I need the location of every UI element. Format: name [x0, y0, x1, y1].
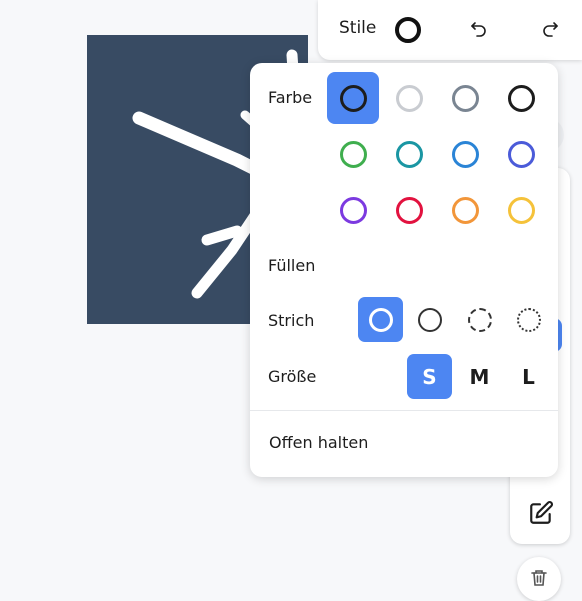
color-swatch-black[interactable]	[327, 72, 379, 124]
color-ring-icon	[451, 140, 479, 168]
redo-icon[interactable]	[540, 19, 560, 39]
color-swatch-gray[interactable]	[439, 72, 491, 124]
color-label: Farbe	[268, 88, 313, 107]
color-ring-icon	[451, 84, 479, 112]
color-swatch-teal[interactable]	[383, 128, 435, 180]
stroke-dashed-icon	[467, 307, 492, 332]
color-swatch-orange[interactable]	[439, 184, 491, 236]
edit-icon	[530, 501, 553, 524]
divider	[250, 410, 558, 411]
stroke-dashed-option[interactable]	[457, 297, 502, 342]
undo-icon[interactable]	[469, 19, 489, 39]
stroke-draw-option[interactable]	[358, 297, 403, 342]
color-swatch-indigo[interactable]	[495, 128, 547, 180]
color-ring-icon	[395, 84, 423, 112]
color-ring-icon	[451, 196, 479, 224]
stroke-solid-icon	[417, 307, 442, 332]
color-ring-icon	[395, 140, 423, 168]
color-swatch-red[interactable]	[383, 184, 435, 236]
fill-label: Füllen	[268, 256, 316, 275]
color-ring-icon	[339, 196, 367, 224]
style-label: Stile	[339, 18, 377, 38]
color-ring-icon	[507, 196, 535, 224]
size-m-option[interactable]: M	[457, 354, 502, 399]
color-swatch-blue[interactable]	[439, 128, 491, 180]
trash-icon	[531, 570, 547, 586]
color-swatch-violet[interactable]	[327, 184, 379, 236]
color-ring-icon	[395, 196, 423, 224]
color-swatch-green[interactable]	[327, 128, 379, 180]
color-swatch-black-2[interactable]	[495, 72, 547, 124]
size-label: Größe	[268, 367, 317, 386]
color-swatch-yellow[interactable]	[495, 184, 547, 236]
color-ring-icon	[339, 140, 367, 168]
stroke-label: Strich	[268, 311, 315, 330]
style-topbar: Stile	[318, 0, 582, 60]
size-l-option[interactable]: L	[506, 354, 551, 399]
style-panel: Farbe Füllen Strich Größe S M L Offen ha…	[250, 63, 558, 477]
edit-button[interactable]	[527, 499, 555, 527]
stroke-dotted-icon	[516, 307, 541, 332]
stroke-solid-option[interactable]	[407, 297, 452, 342]
color-ring-icon	[339, 84, 367, 112]
color-ring-icon	[507, 84, 535, 112]
size-s-option[interactable]: S	[407, 354, 452, 399]
delete-button[interactable]	[517, 557, 561, 601]
color-swatch-light-gray[interactable]	[383, 72, 435, 124]
color-ring-icon	[507, 140, 535, 168]
style-menu-button[interactable]	[395, 17, 421, 43]
stroke-dotted-option[interactable]	[506, 297, 551, 342]
keep-open-toggle[interactable]: Offen halten	[269, 433, 368, 452]
stroke-draw-icon	[368, 307, 393, 332]
